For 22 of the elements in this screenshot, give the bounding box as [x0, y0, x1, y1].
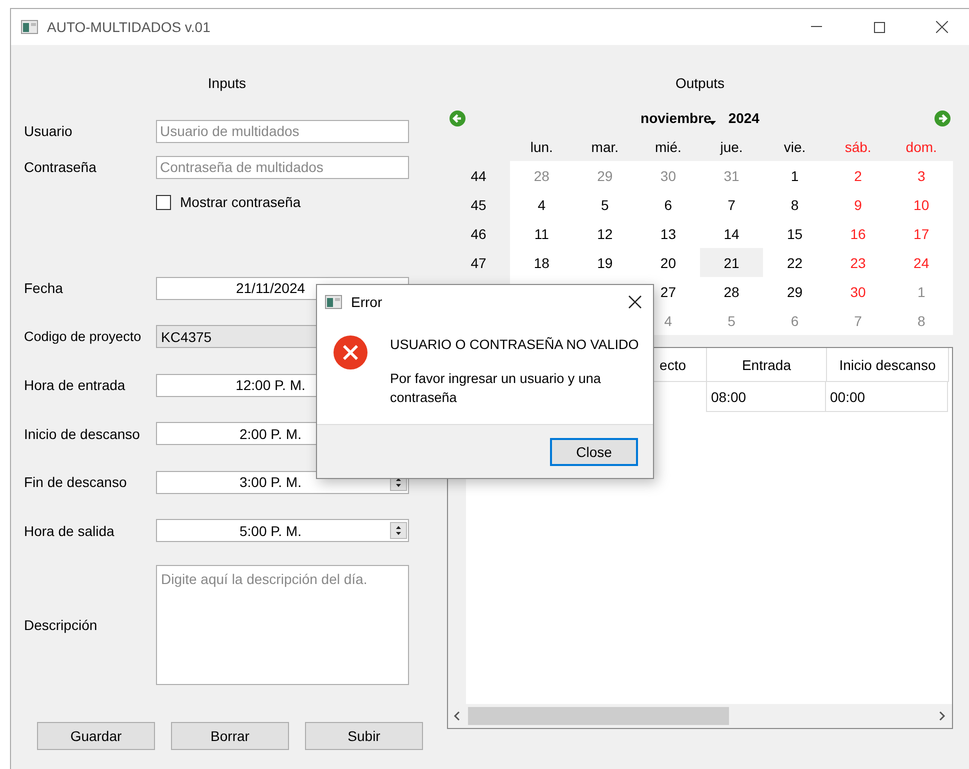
- section-title: Outputs: [675, 75, 725, 91]
- weekday-header: jue.: [700, 132, 764, 161]
- field-label: Hora de entrada: [24, 377, 126, 394]
- weekday-header: sáb.: [826, 132, 890, 161]
- field-label: Fecha: [24, 280, 64, 296]
- weekday-header: dom.: [890, 132, 953, 161]
- field-label: Inicio de descanso: [24, 426, 141, 442]
- table-cell: 08:00: [706, 382, 826, 412]
- field-label: Codigo de proyecto: [24, 329, 142, 344]
- field-label: Contraseña: [24, 159, 98, 175]
- weekday-header: mar.: [573, 132, 637, 161]
- window-title: AUTO-MULTIDADOS v.01: [47, 19, 212, 35]
- field-label: Fin de descanso: [24, 474, 128, 490]
- section-title: Inputs: [208, 75, 246, 91]
- weekday-header: vie.: [763, 132, 826, 161]
- checkbox-label: Mostrar contraseña: [180, 194, 301, 210]
- weekday-header: lun.: [510, 132, 574, 161]
- weekday-header: mié.: [636, 132, 700, 161]
- field-label: Hora de salida: [24, 522, 116, 539]
- table-cell: 00:00: [826, 382, 948, 412]
- field-label: Usuario: [24, 123, 74, 139]
- field-label: Descripción: [24, 617, 98, 633]
